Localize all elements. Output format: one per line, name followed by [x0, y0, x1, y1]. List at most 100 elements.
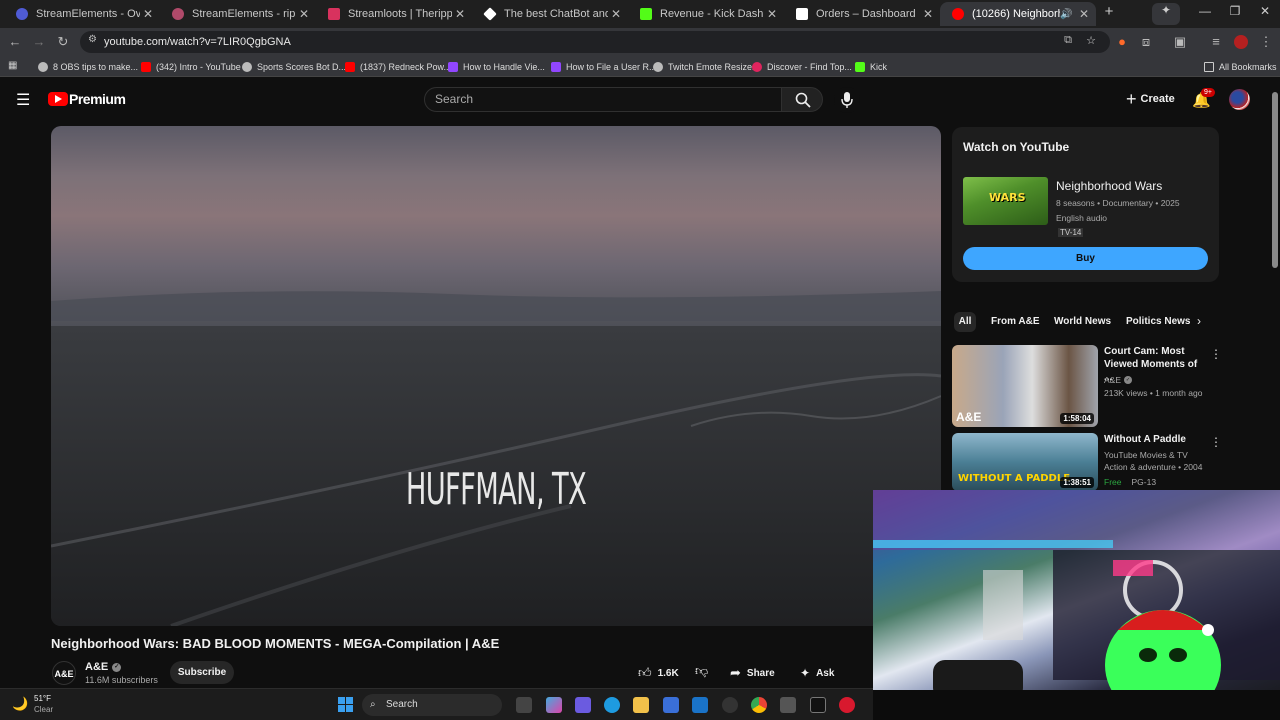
back-icon[interactable]: ← [7, 34, 23, 49]
bookmark-star-icon[interactable]: ☆ [1086, 34, 1096, 47]
thumbs-down-icon: 👎︎ [695, 663, 709, 678]
bookmark-item[interactable]: How to Handle Vie... [448, 59, 545, 74]
recommendation-item[interactable]: A&E 1:58:04 Court Cam: Most Viewed Momen… [952, 345, 1222, 429]
channel-row: A&E ✓ [1104, 375, 1133, 385]
close-icon[interactable]: ✕ [608, 7, 624, 21]
sidepanel-icon[interactable]: ▣ [1172, 34, 1188, 50]
browser-tab[interactable]: StreamElements - Overlays ✕ [4, 2, 160, 26]
bookmark-item[interactable]: Twitch Emote Resizer [653, 59, 755, 74]
browser-tab-active[interactable]: (10266) Neighborhood Wa 🔊 ✕ [940, 2, 1096, 26]
site-info-icon[interactable]: ⚙ [88, 34, 97, 45]
minimize-icon[interactable]: — [1190, 4, 1220, 18]
search-button[interactable] [781, 87, 823, 112]
close-icon[interactable]: ✕ [296, 7, 312, 21]
notification-badge: 9+ [1201, 88, 1215, 97]
copilot-icon[interactable] [546, 697, 562, 713]
store-icon[interactable] [663, 697, 679, 713]
bookmark-item[interactable]: How to File a User R... [551, 59, 657, 74]
bookmark-item[interactable]: Sports Scores Bot D... [242, 59, 346, 74]
browser-tab[interactable]: Streamloots | Theripppedredne ✕ [316, 2, 472, 26]
bookmark-item[interactable]: 8 OBS tips to make... [38, 59, 138, 74]
taskbar-search[interactable]: ⌕ Search [362, 694, 502, 716]
show-thumbnail[interactable]: WARS [963, 177, 1048, 225]
chevron-right-icon[interactable]: › [1197, 314, 1201, 328]
speaker-icon[interactable]: 🔊 [1060, 9, 1072, 20]
bookmark-item[interactable]: Discover - Find Top... [752, 59, 852, 74]
install-icon[interactable]: ⧉ [1064, 34, 1072, 47]
bookmark-item[interactable]: Kick [855, 59, 887, 74]
browser-tab[interactable]: Orders – Dashboard ✕ [784, 2, 940, 26]
chip-all[interactable]: All [954, 312, 976, 332]
menu-kebab-icon[interactable]: ⋮ [1258, 34, 1274, 50]
show-title[interactable]: Neighborhood Wars [1056, 179, 1162, 193]
weather-moon-icon[interactable]: 🌙 [12, 696, 28, 712]
share-button[interactable]: ➦ Share [730, 662, 775, 684]
close-icon[interactable]: ✕ [764, 7, 780, 21]
profile-avatar[interactable] [1234, 35, 1248, 49]
outlook-icon[interactable] [692, 697, 708, 713]
all-bookmarks[interactable]: All Bookmarks [1204, 59, 1277, 74]
buy-button[interactable]: Buy [963, 247, 1208, 270]
close-icon[interactable]: ✕ [140, 7, 156, 21]
subscribe-button[interactable]: Subscribe [170, 661, 234, 684]
obs-icon [38, 61, 48, 72]
address-bar[interactable]: ⚙ youtube.com/watch?v=7LIR0QgbGNA ⧉ ☆ [80, 31, 1110, 53]
teams-icon[interactable] [575, 697, 591, 713]
voice-search-button[interactable] [834, 87, 860, 113]
youtube-logo-icon[interactable] [48, 92, 68, 106]
browser-tab[interactable]: The best ChatBot and Widgets ✕ [472, 2, 628, 26]
reload-icon[interactable]: ↻ [55, 34, 71, 50]
video-player[interactable]: HUFFMAN, TX [51, 126, 941, 626]
chrome-icon[interactable] [751, 697, 767, 713]
youtube-premium-logo[interactable]: Premium [69, 91, 126, 107]
extension-fire-icon[interactable]: ● [1114, 34, 1130, 49]
kick-icon [640, 8, 652, 20]
task-view-icon[interactable] [516, 697, 532, 713]
video-thumbnail[interactable]: WITHOUT A PADDLE 1:38:51 [952, 433, 1098, 491]
extensions-icon[interactable]: ⧈ [1138, 34, 1154, 50]
new-tab-icon[interactable]: + [1094, 3, 1124, 20]
obs-icon[interactable] [722, 697, 738, 713]
edge-icon[interactable] [604, 697, 620, 713]
youtube-header: ☰ Premium Search + Create 🔔 9+ [0, 81, 1280, 119]
close-icon[interactable]: ✕ [1076, 7, 1092, 21]
recommendation-item[interactable]: WITHOUT A PADDLE 1:38:51 Without A Paddl… [952, 433, 1222, 491]
close-icon[interactable]: ✕ [920, 7, 936, 21]
create-button[interactable]: + Create [1120, 86, 1178, 112]
close-icon[interactable]: ✕ [452, 7, 468, 21]
file-explorer-icon[interactable] [633, 697, 649, 713]
bookmark-label: 8 OBS tips to make... [53, 61, 139, 72]
maximize-icon[interactable]: ❐ [1220, 4, 1250, 18]
browser-tab[interactable]: Revenue - Kick Dashboard ✕ [628, 2, 784, 26]
browser-toolbar: ← → ↻ ⚙ youtube.com/watch?v=7LIR0QgbGNA … [0, 28, 1280, 56]
more-options-icon[interactable]: ⋮ [1210, 347, 1222, 361]
more-options-icon[interactable]: ⋮ [1210, 435, 1222, 449]
app-icon[interactable] [780, 697, 796, 713]
chip-politics-news[interactable]: Politics News [1122, 312, 1194, 332]
video-thumbnail[interactable]: A&E 1:58:04 [952, 345, 1098, 427]
close-window-icon[interactable]: ✕ [1250, 4, 1280, 18]
dislike-button[interactable]: 👎︎ [695, 663, 708, 679]
bookmark-item[interactable]: (342) Intro - YouTube [141, 59, 241, 74]
search-input[interactable]: Search [424, 87, 782, 112]
hamburger-menu-icon[interactable]: ☰ [16, 90, 30, 110]
forward-icon[interactable]: → [31, 34, 47, 49]
chip-world-news[interactable]: World News [1050, 312, 1115, 332]
apps-grid-icon[interactable]: ▦ [8, 60, 17, 71]
channel-name-row[interactable]: A&E ✓ [85, 661, 122, 673]
ask-button[interactable]: ✦ Ask [800, 662, 834, 684]
channel-avatar[interactable]: A&E [52, 661, 76, 685]
app-icon[interactable] [839, 697, 855, 713]
bookmark-item[interactable]: (1837) Redneck Pow... [345, 59, 451, 74]
terminal-icon[interactable] [810, 697, 826, 713]
user-avatar[interactable] [1229, 89, 1250, 110]
page-scrollbar[interactable] [1272, 92, 1278, 268]
media-icon[interactable]: ≡ [1208, 34, 1224, 49]
watch-on-youtube-card: Watch on YouTube WARS Neighborhood Wars … [952, 127, 1219, 282]
browser-tab[interactable]: StreamElements - rippedredne ✕ [160, 2, 316, 26]
tab-label: (10266) Neighborhood Wa [972, 8, 1060, 20]
chip-from-ae[interactable]: From A&E [987, 312, 1044, 332]
sparkle-icon[interactable]: ✦ [1152, 3, 1180, 25]
like-button[interactable]: 👍︎ 1.6K [630, 662, 688, 684]
windows-start-icon[interactable] [338, 697, 354, 713]
